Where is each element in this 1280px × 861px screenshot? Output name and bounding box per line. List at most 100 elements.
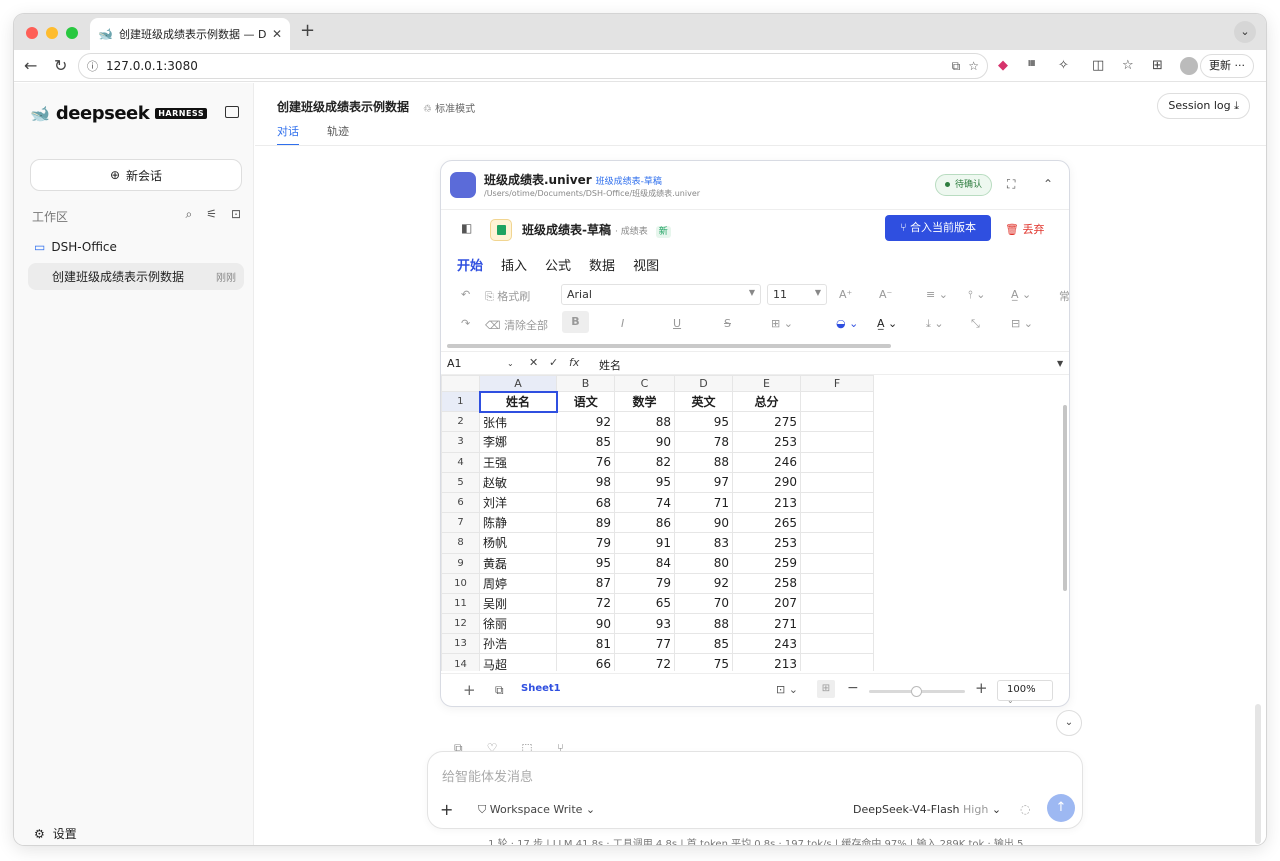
favorites-icon[interactable]: ☆ — [1122, 58, 1134, 73]
cell-score[interactable]: 84 — [614, 552, 675, 574]
cell-header[interactable]: 总分 — [732, 390, 801, 413]
row-header[interactable]: 9 — [441, 552, 480, 574]
cell-score[interactable]: 265 — [732, 512, 801, 534]
page-scrollbar[interactable] — [1255, 704, 1261, 844]
row-header[interactable]: 5 — [441, 471, 480, 493]
cell-empty[interactable] — [800, 471, 874, 493]
italic-icon[interactable]: I — [621, 317, 624, 330]
update-button[interactable]: 更新 ··· — [1200, 54, 1254, 78]
cell-score[interactable]: 90 — [674, 512, 733, 534]
column-header-f[interactable]: F — [800, 375, 874, 392]
cell-score[interactable]: 83 — [674, 532, 733, 554]
cancel-icon[interactable]: ✕ — [529, 356, 538, 369]
strikethrough-icon[interactable]: S — [724, 317, 731, 330]
message-input[interactable]: 给智能体发消息 — [442, 766, 533, 785]
font-size-select[interactable]: 11 ▼ — [767, 284, 827, 305]
cell-score[interactable]: 68 — [556, 491, 615, 514]
cell-score[interactable]: 290 — [732, 471, 801, 493]
cell-header[interactable]: 语文 — [556, 390, 615, 413]
cell-name[interactable]: 马超 — [479, 653, 557, 671]
menu-insert[interactable]: 插入 — [501, 255, 527, 274]
formula-input[interactable]: 姓名 — [599, 357, 621, 373]
sheet-list-icon[interactable]: ⧉ — [495, 683, 504, 698]
cell-empty[interactable] — [800, 411, 874, 433]
zoom-select[interactable]: 100% ⌄ — [997, 680, 1053, 705]
cell-score[interactable]: 80 — [674, 552, 733, 574]
cell-a1[interactable]: 姓名 — [478, 390, 558, 413]
cell-score[interactable]: 85 — [674, 633, 733, 655]
cell-score[interactable]: 88 — [614, 411, 675, 433]
cell-score[interactable]: 82 — [614, 451, 675, 473]
share-icon[interactable]: ⧉ — [952, 59, 961, 74]
cell-name[interactable]: 王强 — [479, 451, 557, 473]
formula-expand-icon[interactable]: ▼ — [1057, 359, 1063, 368]
reload-icon[interactable]: ↻ — [54, 56, 67, 75]
cell-score[interactable]: 90 — [614, 431, 675, 453]
increase-font-icon[interactable]: A⁺ — [839, 288, 852, 301]
cell-score[interactable]: 271 — [732, 613, 801, 635]
filter-icon[interactable]: ⚟ — [206, 207, 217, 222]
fx-icon[interactable]: fx — [569, 356, 579, 369]
cell-score[interactable]: 253 — [732, 431, 801, 453]
profile-avatar[interactable] — [1180, 57, 1198, 75]
cell-score[interactable]: 213 — [732, 491, 801, 514]
row-header[interactable]: 7 — [441, 512, 480, 534]
expand-icon[interactable]: ⛶ — [1007, 177, 1015, 192]
cell-score[interactable]: 72 — [614, 653, 675, 671]
cell-empty[interactable] — [800, 512, 874, 534]
back-icon[interactable]: ← — [24, 56, 37, 75]
cell-score[interactable]: 66 — [556, 653, 615, 671]
redo-icon[interactable]: ↷ — [461, 317, 470, 330]
cell-empty[interactable] — [800, 451, 874, 473]
border-icon[interactable]: ⊞ ⌄ — [771, 317, 793, 330]
cell-score[interactable]: 86 — [614, 512, 675, 534]
cell-score[interactable]: 89 — [556, 512, 615, 534]
cell-empty[interactable] — [800, 633, 874, 655]
cell-name[interactable]: 刘洋 — [479, 491, 557, 514]
cell-score[interactable]: 79 — [614, 572, 675, 594]
add-sheet-icon[interactable]: + — [463, 681, 476, 699]
row-header[interactable]: 6 — [441, 491, 480, 514]
sheet-tab[interactable]: Sheet1 — [521, 683, 561, 694]
cell-score[interactable]: 90 — [556, 613, 615, 635]
row-header[interactable]: 3 — [441, 431, 480, 453]
mode-indicator[interactable]: ♲ 标准模式 — [423, 100, 475, 115]
conversation-item[interactable]: 创建班级成绩表示例数据 刚刚 — [28, 263, 244, 290]
cell-header[interactable]: 英文 — [674, 390, 733, 413]
bottom-align-icon[interactable]: ⤓ ⌄ — [926, 317, 944, 331]
text-wrap-icon[interactable]: A̲ ⌄ — [1011, 288, 1031, 301]
decrease-font-icon[interactable]: A⁻ — [879, 288, 892, 301]
cell-empty[interactable] — [800, 552, 874, 574]
tab-trace[interactable]: 轨迹 — [327, 123, 349, 146]
cell-empty[interactable] — [800, 613, 874, 635]
cell-empty[interactable] — [800, 390, 874, 413]
discard-button[interactable]: 🗑 丢弃 — [1005, 221, 1044, 237]
cell-empty[interactable] — [800, 572, 874, 594]
font-select[interactable]: Arial ▼ — [561, 284, 761, 305]
cell-score[interactable]: 76 — [556, 451, 615, 473]
cell-score[interactable]: 85 — [556, 431, 615, 453]
clear-all-button[interactable]: ⌫ 清除全部 — [485, 317, 548, 333]
format-painter-button[interactable]: ⎘ 格式刷 — [485, 288, 530, 304]
vertical-align-icon[interactable]: ⫯ ⌄ — [968, 288, 986, 302]
row-header[interactable]: 1 — [441, 390, 480, 413]
rotate-text-icon[interactable]: ⤡ — [971, 317, 980, 331]
cell-name[interactable]: 黄磊 — [479, 552, 557, 574]
row-header[interactable]: 10 — [441, 572, 480, 594]
cell-score[interactable]: 92 — [674, 572, 733, 594]
new-chat-button[interactable]: ⊕ 新会话 — [30, 159, 242, 191]
cell-name[interactable]: 杨帆 — [479, 532, 557, 554]
cell-score[interactable]: 88 — [674, 451, 733, 473]
cell-score[interactable]: 70 — [674, 592, 733, 615]
session-log-button[interactable]: Session log ⤓ — [1157, 93, 1250, 119]
undo-icon[interactable]: ↶ — [461, 288, 470, 301]
cell-score[interactable]: 74 — [614, 491, 675, 514]
sidebar-toggle-icon[interactable] — [225, 106, 239, 118]
scroll-down-button[interactable]: ⌄ — [1056, 710, 1082, 736]
menu-data[interactable]: 数据 — [589, 255, 615, 274]
cell-empty[interactable] — [800, 491, 874, 514]
cell-score[interactable]: 93 — [614, 613, 675, 635]
menu-formula[interactable]: 公式 — [545, 255, 571, 274]
close-tab-icon[interactable]: ✕ — [272, 27, 282, 41]
site-info-icon[interactable]: ⓘ — [87, 58, 98, 74]
